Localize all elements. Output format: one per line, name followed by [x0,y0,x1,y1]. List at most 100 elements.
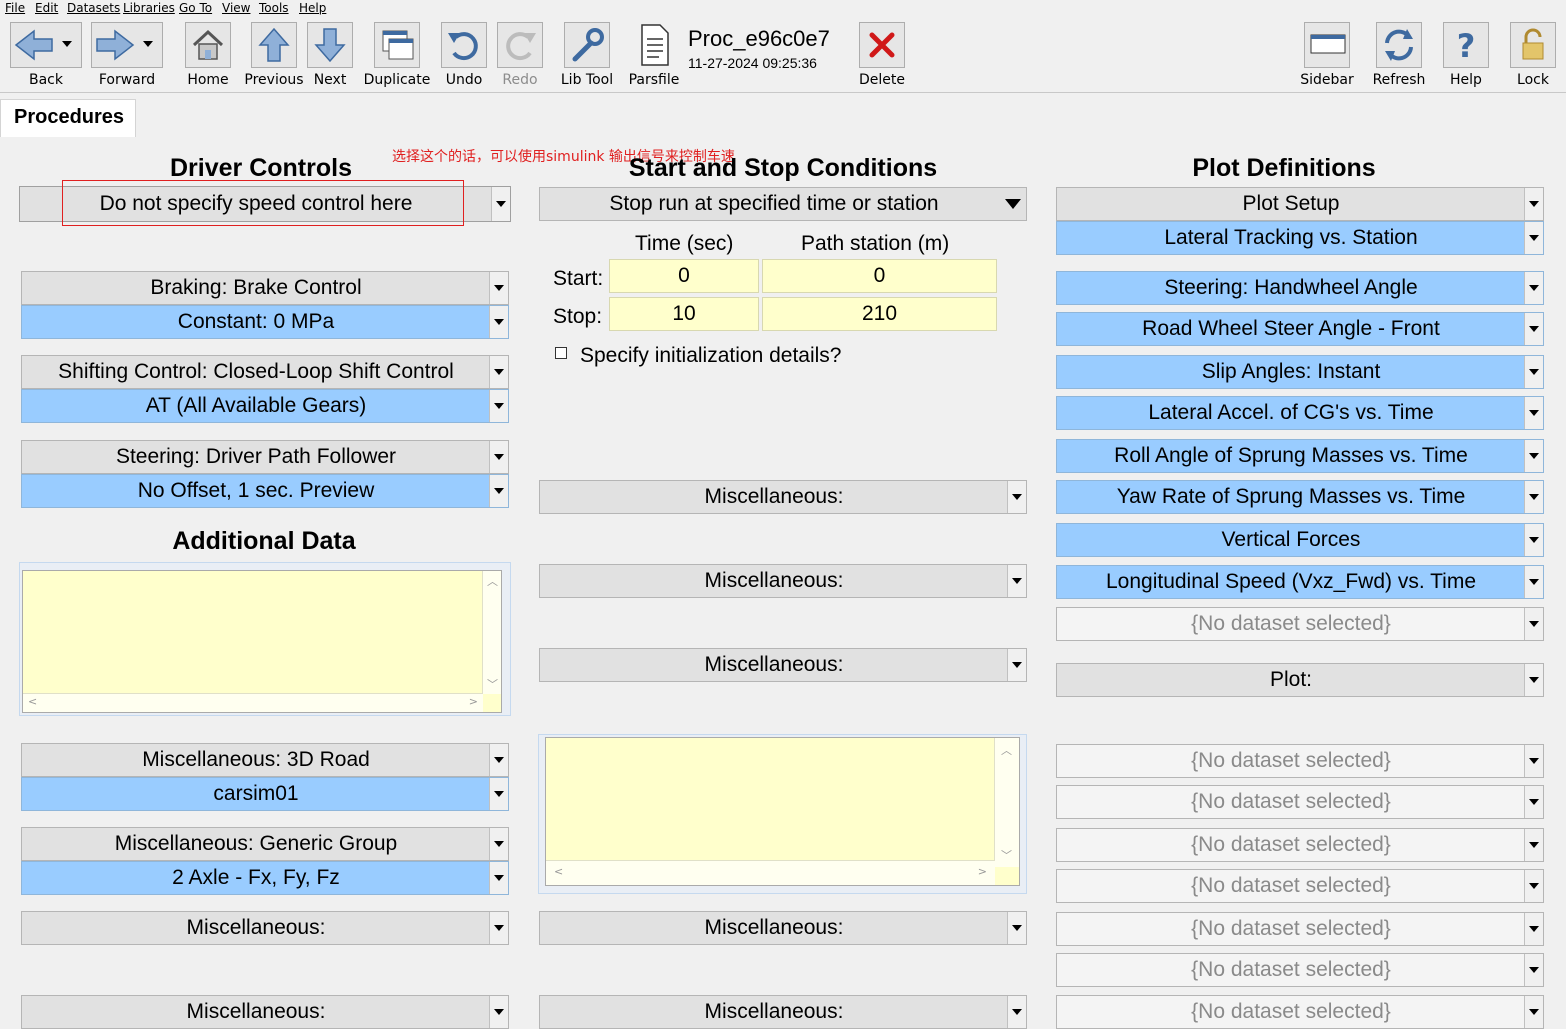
plot-dataset-link[interactable]: Yaw Rate of Sprung Masses vs. Time [1056,480,1544,514]
previous-button[interactable]: Previous [244,22,304,90]
plot-dataset-link[interactable]: Steering: Handwheel Angle [1056,271,1544,305]
plot-definitions-header: Plot Definitions [1192,154,1376,182]
plot-dataset-link[interactable]: Vertical Forces [1056,523,1544,557]
stop-mode-dropdown[interactable]: Stop run at specified time or station [539,187,1027,221]
plot-dataset-link[interactable]: Lateral Tracking vs. Station [1056,221,1544,255]
annotation-highlight-box [62,180,464,226]
plot-empty-slot[interactable]: {No dataset selected} [1056,607,1544,641]
misc-road-dropdown[interactable]: Miscellaneous: 3D Road [21,743,509,777]
braking-dataset-link[interactable]: Constant: 0 MPa [21,305,509,339]
chevron-down-icon [489,390,508,422]
chevron-down-icon [489,912,508,944]
back-button[interactable]: Back [8,22,84,90]
undo-button[interactable]: Undo [440,22,488,90]
menu-datasets[interactable]: Datasets [67,1,120,15]
chevron-down-icon [1007,481,1026,513]
down-arrow-icon [307,22,353,68]
plot-empty-slot[interactable]: {No dataset selected} [1056,828,1544,862]
stop-time-field[interactable]: 10 [609,297,759,331]
menu-edit[interactable]: Edit [35,1,58,15]
additional-data-textarea[interactable]: ︿ ﹀ < > [22,570,502,713]
misc-generic-dataset-link[interactable]: 2 Axle - Fx, Fy, Fz [21,861,509,895]
horizontal-scrollbar[interactable]: < > [23,693,483,712]
redo-button[interactable]: Redo [496,22,544,90]
plot-setup-dropdown[interactable]: Plot Setup [1056,187,1544,221]
menu-goto[interactable]: Go To [179,1,212,15]
misc-road-dataset-link[interactable]: carsim01 [21,777,509,811]
braking-dropdown[interactable]: Braking: Brake Control [21,271,509,305]
chevron-down-icon [1000,188,1026,220]
chevron-down-icon [1524,829,1543,861]
home-icon [185,22,231,68]
chevron-down-icon [489,996,508,1028]
menu-file[interactable]: File [5,1,25,15]
chevron-down-icon [1007,649,1026,681]
menu-libraries[interactable]: Libraries [123,1,175,15]
plot-empty-slot[interactable]: {No dataset selected} [1056,953,1544,987]
chevron-down-icon [491,187,510,221]
notes-textarea[interactable]: ︿ ﹀ < > [545,737,1020,886]
plot-empty-slot[interactable]: {No dataset selected} [1056,912,1544,946]
vertical-scrollbar[interactable]: ︿ ﹀ [994,738,1019,867]
steering-dropdown[interactable]: Steering: Driver Path Follower [21,440,509,474]
chevron-down-icon [1524,524,1543,556]
delete-x-icon [859,22,905,68]
plot-empty-slot[interactable]: {No dataset selected} [1056,785,1544,819]
sidebar-button[interactable]: Sidebar [1300,22,1354,90]
additional-data-header: Additional Data [172,527,356,555]
misc-dropdown[interactable]: Miscellaneous: [539,564,1027,598]
misc-dropdown[interactable]: Miscellaneous: [539,648,1027,682]
stop-station-field[interactable]: 210 [762,297,997,331]
misc-generic-dropdown[interactable]: Miscellaneous: Generic Group [21,827,509,861]
misc-dropdown[interactable]: Miscellaneous: [539,911,1027,945]
help-button[interactable]: ? Help [1440,22,1492,90]
plot-empty-slot[interactable]: {No dataset selected} [1056,869,1544,903]
parsfile-button[interactable]: Parsfile [626,22,682,90]
chevron-down-icon [1524,188,1543,220]
shifting-dropdown[interactable]: Shifting Control: Closed-Loop Shift Cont… [21,355,509,389]
home-button[interactable]: Home [180,22,236,90]
start-station-field[interactable]: 0 [762,259,997,293]
forward-button[interactable]: Forward [89,22,165,90]
menu-help[interactable]: Help [299,1,326,15]
up-arrow-icon [251,22,297,68]
chevron-down-icon [1524,786,1543,818]
misc-dropdown[interactable]: Miscellaneous: [539,480,1027,514]
lock-button[interactable]: Lock [1508,22,1558,90]
duplicate-button[interactable]: Duplicate [362,22,432,90]
plot-dataset-link[interactable]: Slip Angles: Instant [1056,355,1544,389]
delete-button[interactable]: Delete [856,22,908,90]
vertical-scrollbar[interactable]: ︿ ﹀ [482,571,501,694]
plot-empty-slot[interactable]: {No dataset selected} [1056,995,1544,1029]
misc-dropdown[interactable]: Miscellaneous: [21,995,509,1029]
lib-tool-button[interactable]: Lib Tool [556,22,618,90]
chevron-down-icon [1524,222,1543,254]
refresh-button[interactable]: Refresh [1372,22,1426,90]
shifting-dataset-link[interactable]: AT (All Available Gears) [21,389,509,423]
init-details-checkbox[interactable] [555,347,567,359]
misc-dropdown[interactable]: Miscellaneous: [539,995,1027,1029]
plot-dataset-link[interactable]: Roll Angle of Sprung Masses vs. Time [1056,439,1544,473]
misc-dropdown[interactable]: Miscellaneous: [21,911,509,945]
dataset-timestamp: 11-27-2024 09:25:36 [688,55,817,71]
tab-procedures[interactable]: Procedures [0,99,136,137]
plot-dataset-link[interactable]: Lateral Accel. of CG's vs. Time [1056,396,1544,430]
next-button[interactable]: Next [306,22,354,90]
chevron-down-icon [1524,664,1543,696]
menu-tools[interactable]: Tools [259,1,289,15]
chevron-down-icon [1524,913,1543,945]
chevron-down-icon [1524,996,1543,1028]
menu-view[interactable]: View [222,1,250,15]
start-time-field[interactable]: 0 [609,259,759,293]
chevron-down-icon [489,828,508,860]
init-details-label: Specify initialization details? [580,344,842,367]
chevron-down-icon [489,306,508,338]
svg-text:?: ? [1457,27,1476,65]
steering-dataset-link[interactable]: No Offset, 1 sec. Preview [21,474,509,508]
plot-dataset-link[interactable]: Longitudinal Speed (Vxz_Fwd) vs. Time [1056,565,1544,599]
chevron-down-icon [1524,440,1543,472]
plot-dropdown[interactable]: Plot: [1056,663,1544,697]
plot-dataset-link[interactable]: Road Wheel Steer Angle - Front [1056,312,1544,346]
plot-empty-slot[interactable]: {No dataset selected} [1056,744,1544,778]
horizontal-scrollbar[interactable]: < > [546,860,995,885]
